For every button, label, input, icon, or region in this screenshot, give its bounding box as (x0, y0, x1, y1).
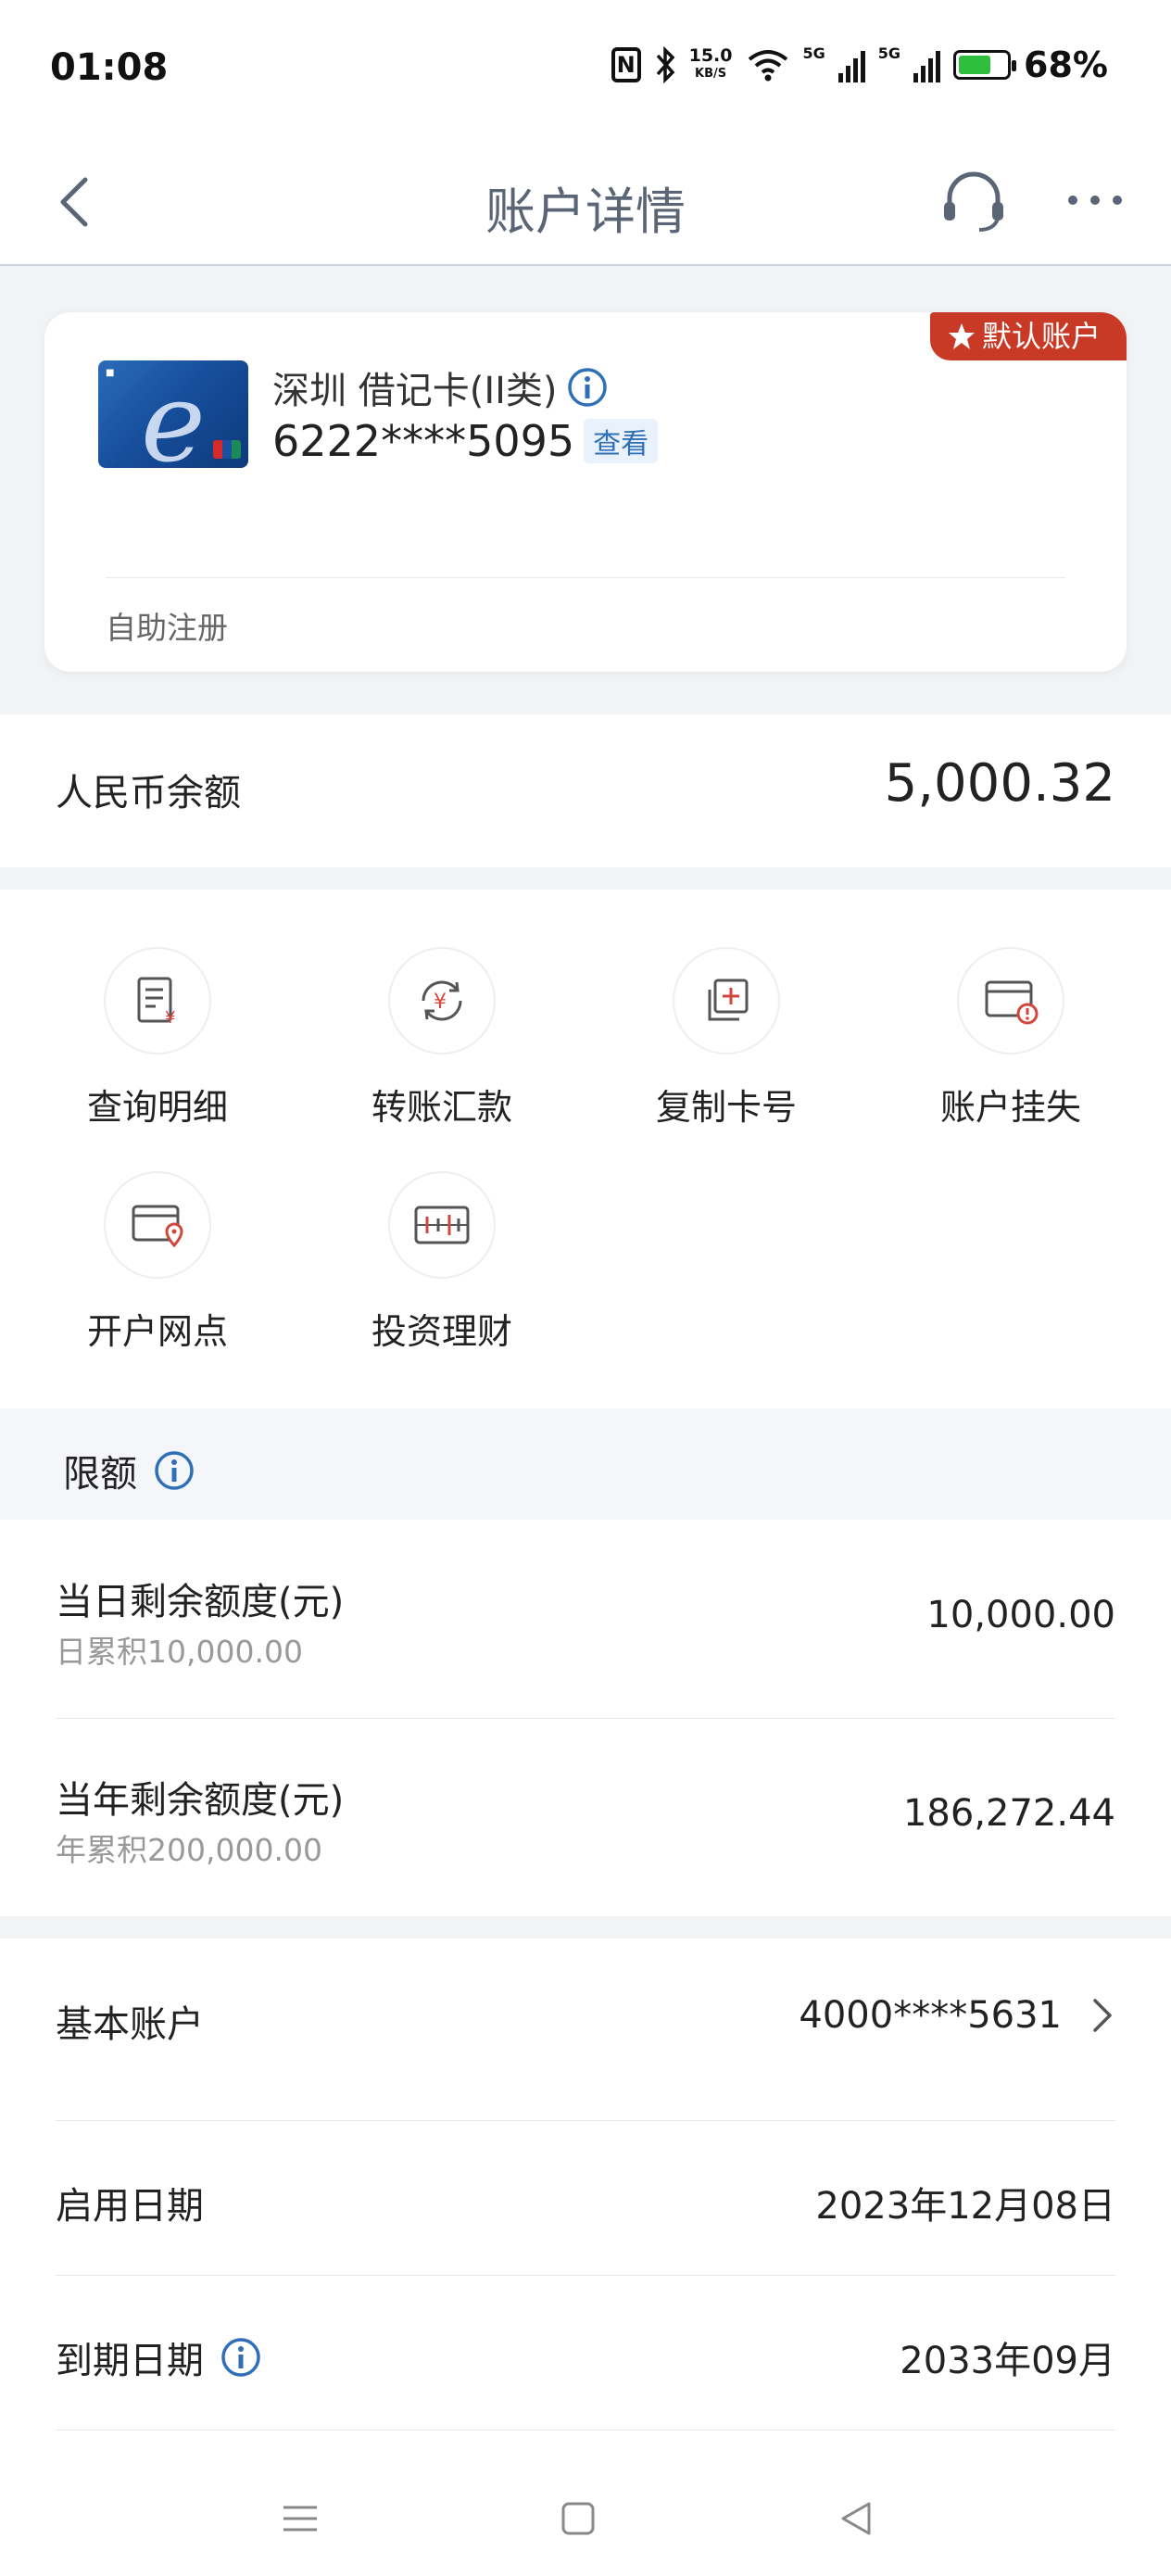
customer-service-icon[interactable] (938, 167, 1009, 237)
account-info-list: 基本账户 4000****5631 启用日期 2023年12月08日 到期日期 … (0, 1938, 1171, 2457)
signal-5g-tag: 5G (802, 44, 825, 62)
limit-section-header: 限额 (0, 1408, 1171, 1520)
service-invest[interactable]: 投资理财 (340, 1171, 544, 1354)
card-number: 6222****5095 查看 (272, 416, 659, 466)
limit-list: 当日剩余额度(元) 日累积10,000.00 10,000.00 当年剩余额度(… (0, 1520, 1171, 1916)
transfer-icon: ¥ (388, 947, 496, 1054)
battery-level: 68% (1024, 44, 1108, 85)
service-branch[interactable]: 开户网点 (56, 1171, 259, 1354)
card-divider (106, 577, 1065, 578)
system-nav-bar (0, 2457, 1171, 2576)
service-grid: ¥ 查询明细 ¥ 转账汇款 复制卡号 账户挂失 开户网点 投资理财 (0, 890, 1171, 1408)
battery-icon (953, 50, 1017, 80)
star-icon (948, 323, 975, 349)
home-icon[interactable] (558, 2498, 598, 2539)
chevron-right-icon (1093, 1999, 1112, 2032)
nfc-icon: N (611, 47, 641, 82)
bank-card-image: ■ e (98, 360, 248, 468)
limit-heading: 限额 (63, 1444, 195, 1497)
invest-icon (388, 1171, 496, 1279)
copy-icon (673, 947, 780, 1054)
expire-date-row: 到期日期 2033年09月 (56, 2275, 1115, 2430)
e-card-logo-icon: e (141, 360, 206, 468)
balance-value: 5,000.32 (884, 753, 1115, 814)
bluetooth-icon (656, 46, 675, 83)
service-query-detail[interactable]: ¥ 查询明细 (56, 947, 259, 1130)
daily-limit-row: 当日剩余额度(元) 日累积10,000.00 10,000.00 (56, 1581, 1115, 1670)
svg-text:¥: ¥ (165, 1008, 175, 1027)
status-icons: N 15.0 KB/S 5G 5G 68% (611, 44, 1108, 85)
signal-icon (837, 47, 865, 82)
unionpay-icon (213, 440, 241, 459)
signal-5g-tag-2: 5G (877, 44, 901, 62)
branch-icon (104, 1171, 211, 1279)
service-copy-card-number[interactable]: 复制卡号 (624, 947, 828, 1130)
service-transfer[interactable]: ¥ 转账汇款 (340, 947, 544, 1130)
detail-icon: ¥ (104, 947, 211, 1054)
card-section: 默认账户 ■ e 深圳 借记卡(II类) 6222****5095 查看 自助注… (0, 266, 1171, 714)
wifi-icon (748, 50, 787, 82)
account-card[interactable]: 默认账户 ■ e 深圳 借记卡(II类) 6222****5095 查看 自助注… (44, 312, 1127, 672)
limit-info-icon[interactable] (154, 1450, 195, 1491)
menu-icon[interactable] (280, 2498, 321, 2539)
expire-info-icon[interactable] (220, 2337, 261, 2378)
default-account-badge: 默认账户 (929, 312, 1127, 360)
status-bar: 01:08 N 15.0 KB/S 5G 5G 68% (0, 0, 1171, 139)
report-loss-icon (957, 947, 1064, 1054)
basic-account-row[interactable]: 基本账户 4000****5631 (56, 1938, 1115, 2093)
start-date-row: 启用日期 2023年12月08日 (56, 2185, 1115, 2228)
divider (56, 2430, 1115, 2431)
bank-logo-icon: ■ (106, 368, 115, 378)
registration-type: 自助注册 (106, 610, 228, 646)
card-name: 深圳 借记卡(II类) (272, 360, 608, 414)
yearly-limit-row: 当年剩余额度(元) 年累积200,000.00 186,272.44 (56, 1779, 1115, 1868)
svg-text:¥: ¥ (434, 991, 447, 1014)
balance-row: 人民币余额 5,000.32 (0, 714, 1171, 867)
app-header: 账户详情 (0, 139, 1171, 266)
signal-icon-2 (913, 47, 941, 82)
info-icon[interactable] (567, 367, 608, 408)
net-speed: 15.0 KB/S (688, 45, 733, 81)
service-report-loss[interactable]: 账户挂失 (909, 947, 1113, 1130)
more-icon[interactable] (1065, 189, 1125, 211)
view-number-button[interactable]: 查看 (584, 419, 659, 463)
status-time: 01:08 (50, 46, 169, 89)
back-nav-icon[interactable] (836, 2498, 876, 2539)
balance-label: 人民币余额 (56, 772, 241, 814)
